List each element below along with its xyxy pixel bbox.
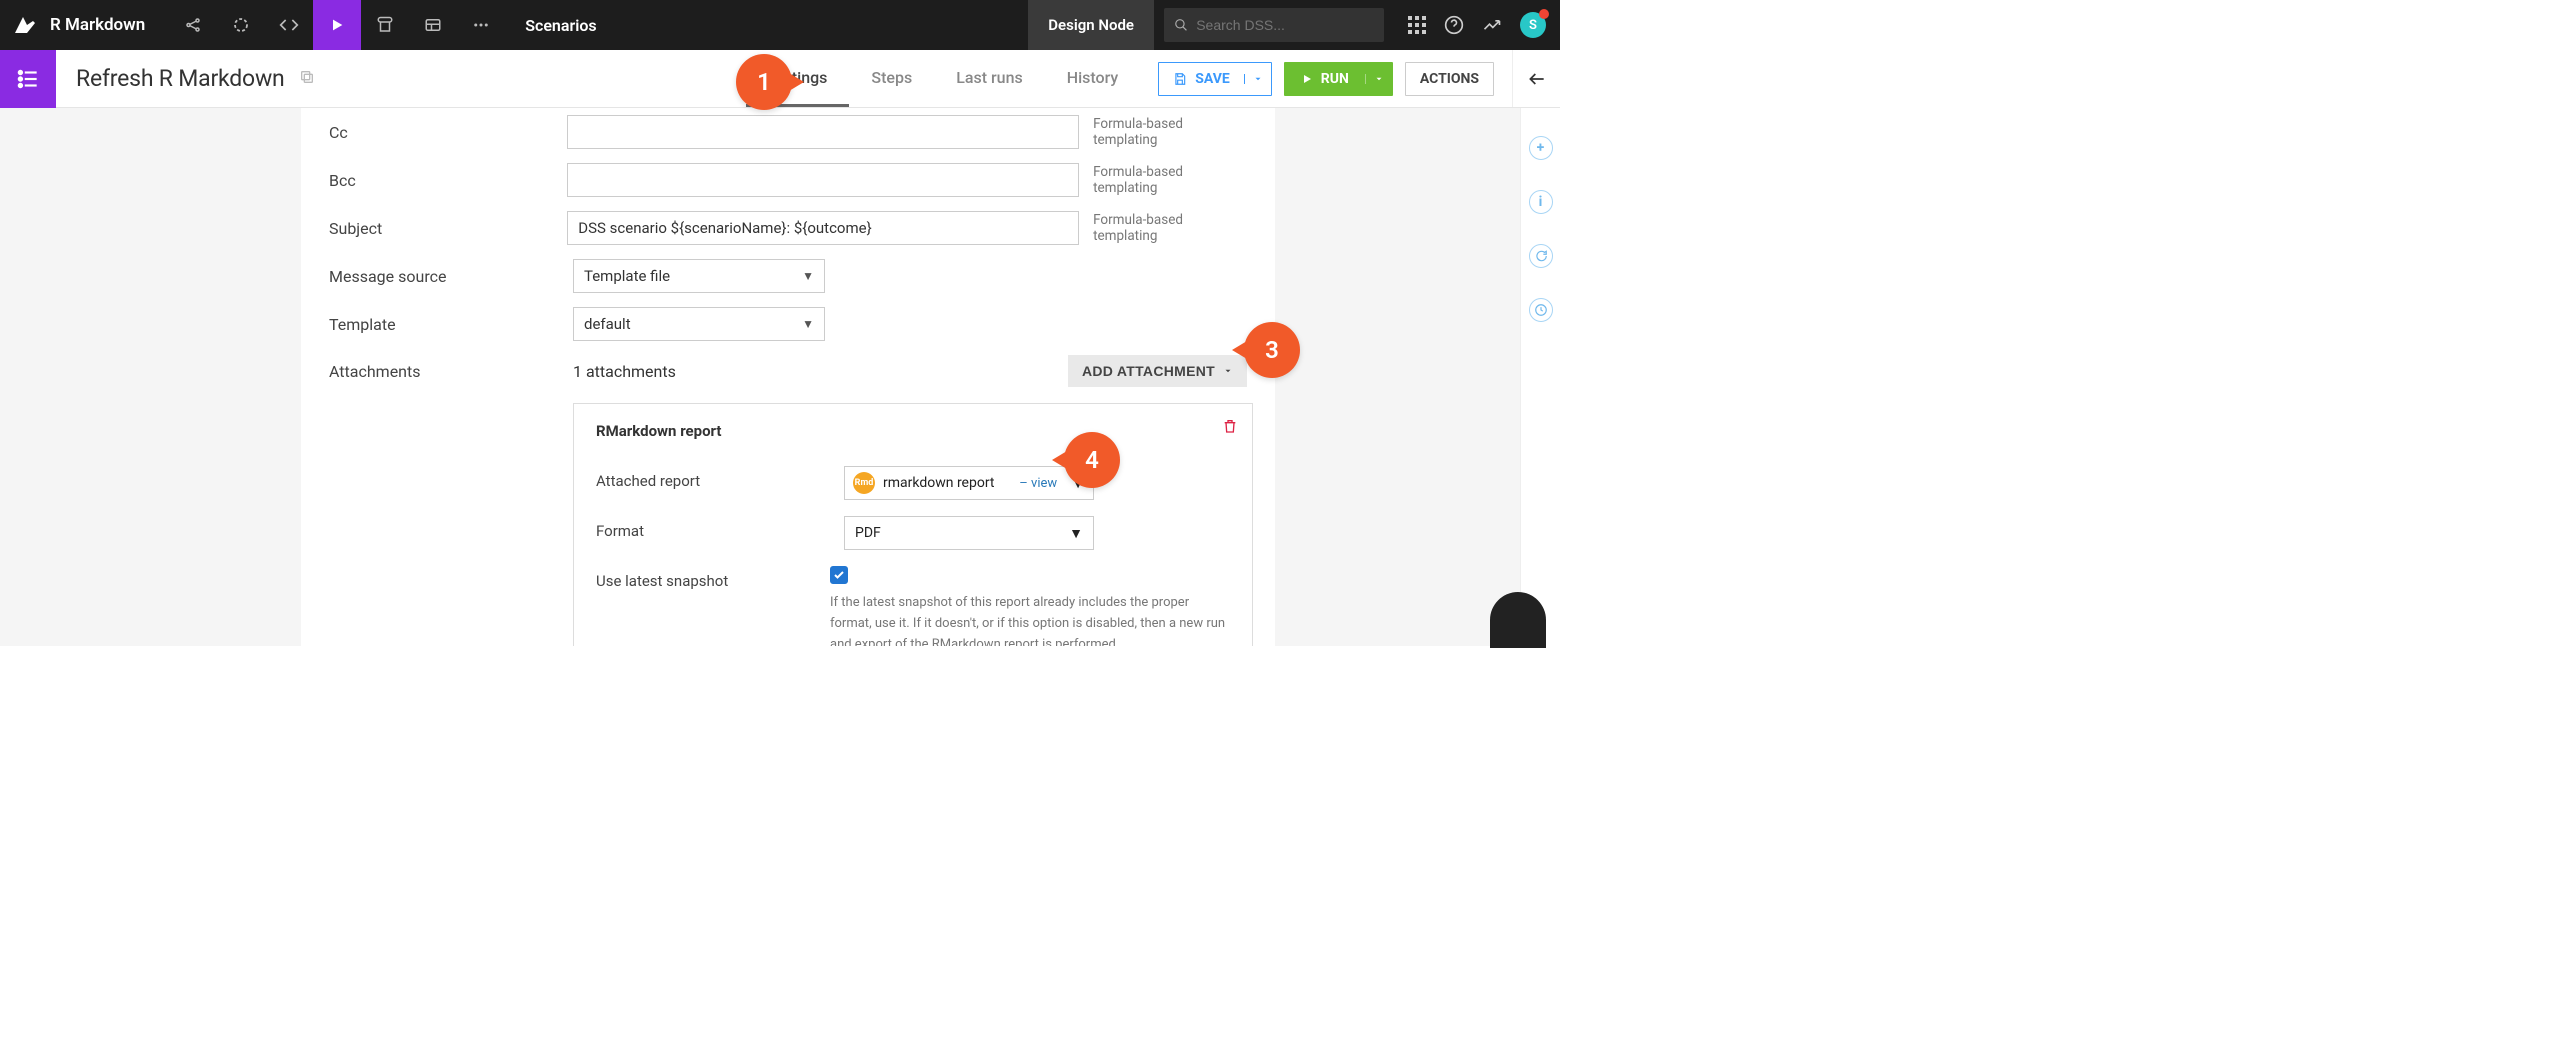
save-dropdown[interactable] [1244,74,1271,84]
flow-nav-icons [169,0,505,50]
row-attachments: Attachments 1 attachments ADD ATTACHMENT [329,348,1247,403]
bcc-input[interactable] [567,163,1079,197]
cycle-icon[interactable] [217,0,265,50]
more-icon[interactable] [457,0,505,50]
add-attachment-button[interactable]: ADD ATTACHMENT [1068,355,1247,387]
attachment-card-title: RMarkdown report [596,422,1230,440]
save-label: SAVE [1195,71,1230,87]
annotation-callout-1: 1 [736,54,792,110]
chevron-down-icon [1223,366,1233,376]
rmd-badge-icon: Rmd [853,472,875,494]
bcc-hint: Formula-based templating [1093,164,1247,196]
run-button[interactable]: RUN [1284,62,1393,96]
chevron-down-icon: ▼ [1069,525,1083,542]
dashboard-icon[interactable] [409,0,457,50]
cc-hint: Formula-based templating [1093,116,1247,148]
template-value: default [584,315,631,333]
format-value: PDF [855,525,881,541]
row-format: Format PDF ▼ [596,508,1230,558]
chevron-down-icon: ▼ [802,269,814,283]
run-play-icon[interactable] [313,0,361,50]
scenario-tabs: Settings Steps Last runs History [746,50,1140,107]
chevron-down-icon: ▼ [802,317,814,331]
view-report-link[interactable]: – view [1019,476,1057,491]
add-attachment-label: ADD ATTACHMENT [1082,363,1215,379]
help-icon[interactable] [1444,15,1464,35]
apps-grid-icon[interactable] [1408,16,1426,34]
save-button[interactable]: SAVE [1158,62,1272,96]
trend-icon[interactable] [1482,15,1502,35]
rail-chat-icon[interactable] [1529,244,1553,268]
scenario-title: Refresh R Markdown [56,65,305,92]
topbar-right-icons: S [1394,12,1560,38]
attachment-card: RMarkdown report Attached report Rmd rma… [573,403,1253,646]
right-rail: + i [1520,108,1560,646]
attached-report-value: rmarkdown report [883,475,995,491]
play-icon [1301,73,1313,85]
tab-last-runs[interactable]: Last runs [934,50,1045,107]
snapshot-label: Use latest snapshot [596,566,830,590]
user-avatar[interactable]: S [1520,12,1546,38]
row-use-latest-snapshot: Use latest snapshot If the latest snapsh… [596,558,1230,646]
tab-history[interactable]: History [1045,50,1141,107]
rail-clock-icon[interactable] [1529,298,1553,322]
template-select[interactable]: default ▼ [573,307,825,341]
attachments-label: Attachments [329,362,573,381]
project-name[interactable]: R Markdown [50,15,145,35]
rail-info-icon[interactable]: i [1529,190,1553,214]
snapshot-checkbox[interactable] [830,566,848,584]
message-source-label: Message source [329,267,573,286]
row-message-source: Message source Template file ▼ [329,252,1247,300]
cc-input[interactable] [567,115,1079,149]
stack-icon[interactable] [361,0,409,50]
scenario-action-buttons: SAVE RUN ACTIONS [1140,62,1512,96]
template-label: Template [329,315,573,334]
row-attached-report: Attached report Rmd rmarkdown report – v… [596,458,1230,508]
subject-label: Subject [329,219,567,238]
row-template: Template default ▼ [329,300,1247,348]
format-label: Format [596,516,844,540]
delete-attachment-icon[interactable] [1222,418,1238,438]
tab-steps[interactable]: Steps [849,50,934,107]
breadcrumb-scenarios[interactable]: Scenarios [505,16,616,35]
settings-panel: Cc Formula-based templating Bcc Formula-… [301,108,1275,646]
attached-report-label: Attached report [596,466,844,490]
row-subject: Subject Formula-based templating [329,204,1247,252]
attachments-count: 1 attachments [573,362,676,381]
save-icon [1173,72,1187,86]
back-arrow-icon[interactable] [1512,50,1560,107]
actions-button[interactable]: ACTIONS [1405,62,1494,96]
main-area: Cc Formula-based templating Bcc Formula-… [0,108,1560,646]
copy-icon[interactable] [299,69,315,89]
row-cc: Cc Formula-based templating [329,108,1247,156]
row-bcc: Bcc Formula-based templating [329,156,1247,204]
sidebar-toggle-icon[interactable] [0,50,56,108]
cc-label: Cc [329,123,567,142]
bcc-label: Bcc [329,171,567,190]
subject-hint: Formula-based templating [1093,212,1247,244]
run-dropdown[interactable] [1365,74,1392,84]
run-label: RUN [1321,71,1349,87]
subject-input[interactable] [567,211,1079,245]
design-node-label[interactable]: Design Node [1028,0,1154,50]
annotation-callout-4: 4 [1064,432,1120,488]
code-icon[interactable] [265,0,313,50]
rail-add-icon[interactable]: + [1529,136,1553,160]
share-icon[interactable] [169,0,217,50]
annotation-callout-3: 3 [1244,322,1300,378]
content-wrap: Cc Formula-based templating Bcc Formula-… [56,108,1520,646]
app-logo-icon[interactable] [0,0,50,50]
format-select[interactable]: PDF ▼ [844,516,1094,550]
message-source-select[interactable]: Template file ▼ [573,259,825,293]
left-gutter [0,108,56,646]
chat-fab-icon[interactable] [1490,592,1546,648]
snapshot-help-text: If the latest snapshot of this report al… [830,593,1230,646]
message-source-value: Template file [584,267,670,285]
